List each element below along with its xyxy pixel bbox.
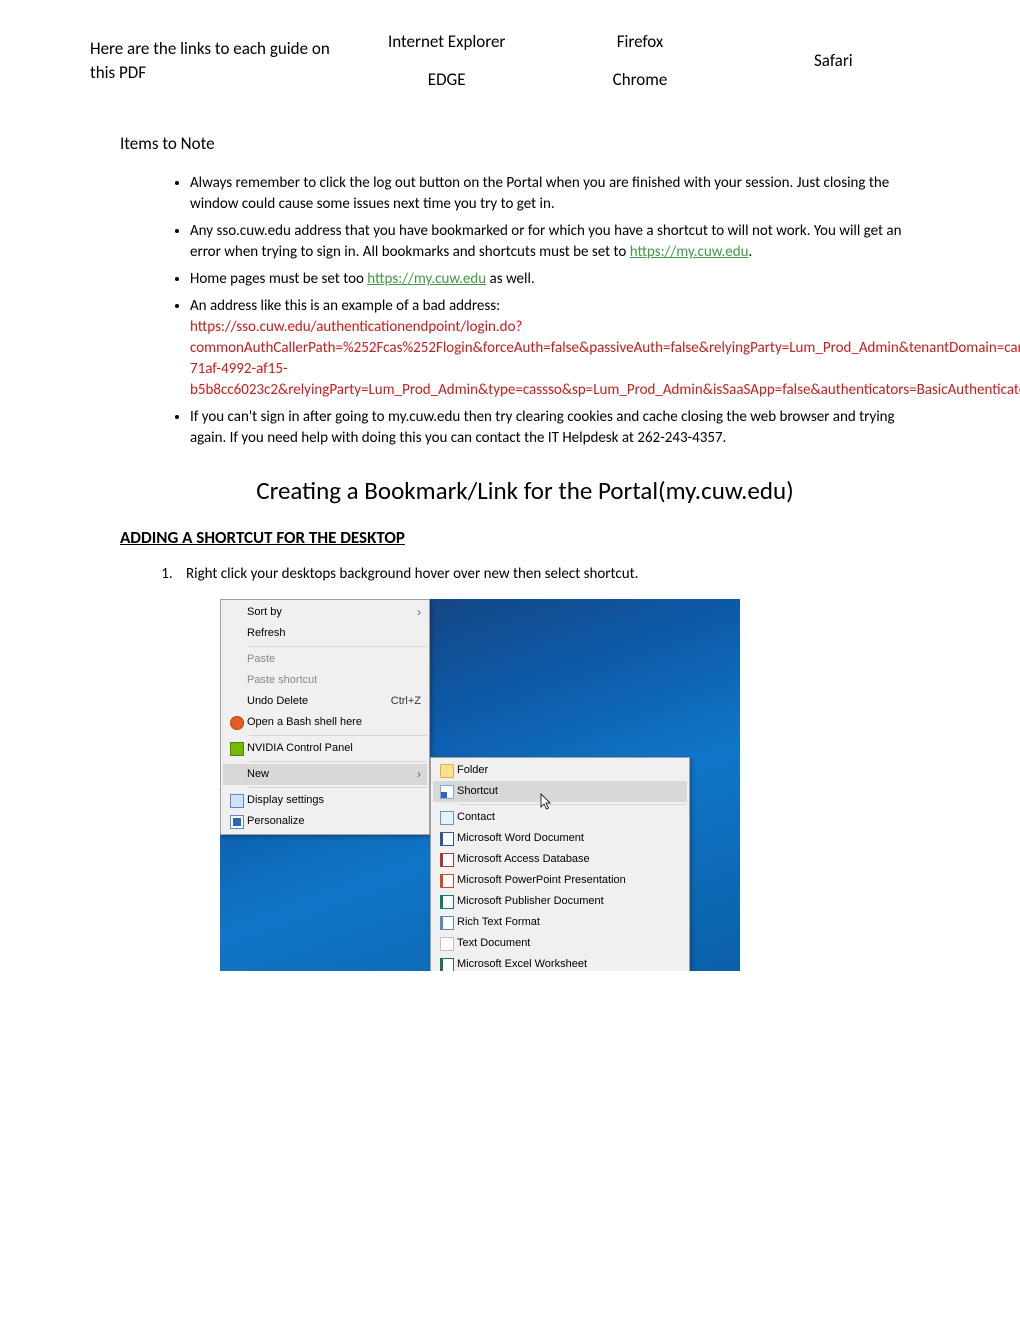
menu-item-text-document[interactable]: Text Document	[433, 933, 687, 954]
menu-item-microsoft-powerpoint-presentation[interactable]: Microsoft PowerPoint Presentation	[433, 870, 687, 891]
menu-item-label: Microsoft Word Document	[457, 831, 681, 846]
menu-item-label: Text Document	[457, 936, 681, 951]
personalize-icon	[227, 815, 247, 829]
menu-item-sort-by[interactable]: Sort by›	[223, 602, 427, 623]
menu-item-label: Microsoft Publisher Document	[457, 894, 681, 909]
menu-item-label: Contact	[457, 810, 681, 825]
bash-icon	[227, 716, 247, 730]
menu-item-label: Open a Bash shell here	[247, 715, 421, 730]
menu-item-microsoft-access-database[interactable]: Microsoft Access Database	[433, 849, 687, 870]
menu-item-folder[interactable]: Folder	[433, 760, 687, 781]
menu-item-label: Rich Text Format	[457, 915, 681, 930]
access-icon	[437, 853, 457, 867]
link-safari[interactable]: Safari	[814, 49, 853, 73]
menu-separator	[249, 761, 427, 762]
nvidia-icon	[227, 742, 247, 756]
menu-item-label: Paste shortcut	[247, 673, 421, 688]
display-icon	[227, 794, 247, 808]
note-item: Home pages must be set too https://my.cu…	[190, 269, 930, 290]
note-item: Any sso.cuw.edu address that you have bo…	[190, 221, 930, 263]
bad-url-example: https://sso.cuw.edu/authenticationendpoi…	[190, 318, 1020, 399]
menu-item-label: Microsoft Excel Worksheet	[457, 957, 681, 971]
menu-item-rich-text-format[interactable]: Rich Text Format	[433, 912, 687, 933]
note-item: If you can't sign in after going to my.c…	[190, 407, 930, 449]
menu-item-refresh[interactable]: Refresh	[223, 623, 427, 644]
menu-item-personalize[interactable]: Personalize	[223, 811, 427, 832]
link-edge[interactable]: EDGE	[428, 68, 466, 92]
chevron-right-icon: ›	[411, 604, 421, 621]
word-icon	[437, 832, 457, 846]
menu-item-microsoft-excel-worksheet[interactable]: Microsoft Excel Worksheet	[433, 954, 687, 971]
items-to-note-list: Always remember to click the log out but…	[120, 173, 930, 449]
menu-item-microsoft-publisher-document[interactable]: Microsoft Publisher Document	[433, 891, 687, 912]
nav-intro: Here are the links to each guide on this…	[90, 37, 350, 85]
menu-item-microsoft-word-document[interactable]: Microsoft Word Document	[433, 828, 687, 849]
note-item: Always remember to click the log out but…	[190, 173, 930, 215]
excel-icon	[437, 958, 457, 972]
link-mycuw[interactable]: https://my.cuw.edu	[367, 270, 486, 288]
ppt-icon	[437, 874, 457, 888]
page-title: Creating a Bookmark/Link for the Portal(…	[120, 473, 930, 508]
shortcut-steps: Right click your desktops background hov…	[120, 564, 930, 585]
context-menu-primary: Sort by›RefreshPastePaste shortcutUndo D…	[220, 599, 430, 835]
menu-item-label: Sort by	[247, 605, 411, 620]
menu-item-label: NVIDIA Control Panel	[247, 741, 421, 756]
menu-item-label: Personalize	[247, 814, 421, 829]
menu-item-label: Folder	[457, 763, 681, 778]
menu-item-contact[interactable]: Contact	[433, 807, 687, 828]
publisher-icon	[437, 895, 457, 909]
menu-item-open-a-bash-shell-here[interactable]: Open a Bash shell here	[223, 712, 427, 733]
menu-item-label: New	[247, 767, 411, 782]
menu-item-label: Microsoft Access Database	[457, 852, 681, 867]
menu-item-label: Paste	[247, 652, 421, 667]
nav-col-1: Internet Explorer EDGE	[350, 30, 543, 92]
menu-separator	[249, 735, 427, 736]
note-item: An address like this is an example of a …	[190, 296, 930, 401]
menu-item-nvidia-control-panel[interactable]: NVIDIA Control Panel	[223, 738, 427, 759]
menu-shortcut: Ctrl+Z	[383, 694, 421, 709]
folder-icon	[437, 764, 457, 778]
txt-icon	[437, 937, 457, 951]
items-to-note-heading: Items to Note	[120, 132, 930, 156]
menu-item-label: Refresh	[247, 626, 421, 641]
top-nav: Here are the links to each guide on this…	[90, 30, 930, 92]
nav-col-2: Firefox Chrome	[543, 30, 736, 92]
shortcut-heading: ADDING A SHORTCUT FOR THE DESKTOP	[120, 526, 930, 550]
menu-item-paste: Paste	[223, 649, 427, 670]
menu-item-label: Shortcut	[457, 784, 681, 799]
link-firefox[interactable]: Firefox	[617, 30, 664, 54]
menu-item-display-settings[interactable]: Display settings	[223, 790, 427, 811]
step-1: Right click your desktops background hov…	[176, 564, 930, 585]
menu-item-paste-shortcut: Paste shortcut	[223, 670, 427, 691]
menu-separator	[249, 646, 427, 647]
chevron-right-icon: ›	[411, 766, 421, 783]
menu-separator	[459, 804, 687, 805]
desktop-screenshot: Sort by›RefreshPastePaste shortcutUndo D…	[220, 599, 740, 971]
menu-separator	[249, 787, 427, 788]
menu-item-new[interactable]: New›	[223, 764, 427, 785]
menu-item-label: Display settings	[247, 793, 421, 808]
shortcut-file-icon	[437, 785, 457, 799]
link-chrome[interactable]: Chrome	[613, 68, 668, 92]
menu-item-label: Microsoft PowerPoint Presentation	[457, 873, 681, 888]
nav-col-3: Safari	[737, 30, 930, 92]
menu-item-shortcut[interactable]: Shortcut	[433, 781, 687, 802]
rtf-icon	[437, 916, 457, 930]
link-internet-explorer[interactable]: Internet Explorer	[388, 30, 505, 54]
contact-icon	[437, 811, 457, 825]
menu-item-label: Undo Delete	[247, 694, 383, 709]
menu-item-undo-delete[interactable]: Undo DeleteCtrl+Z	[223, 691, 427, 712]
link-mycuw[interactable]: https://my.cuw.edu	[630, 243, 749, 261]
context-menu-new-submenu: Folder Shortcut Contact Microsoft Word Docu…	[430, 757, 690, 971]
